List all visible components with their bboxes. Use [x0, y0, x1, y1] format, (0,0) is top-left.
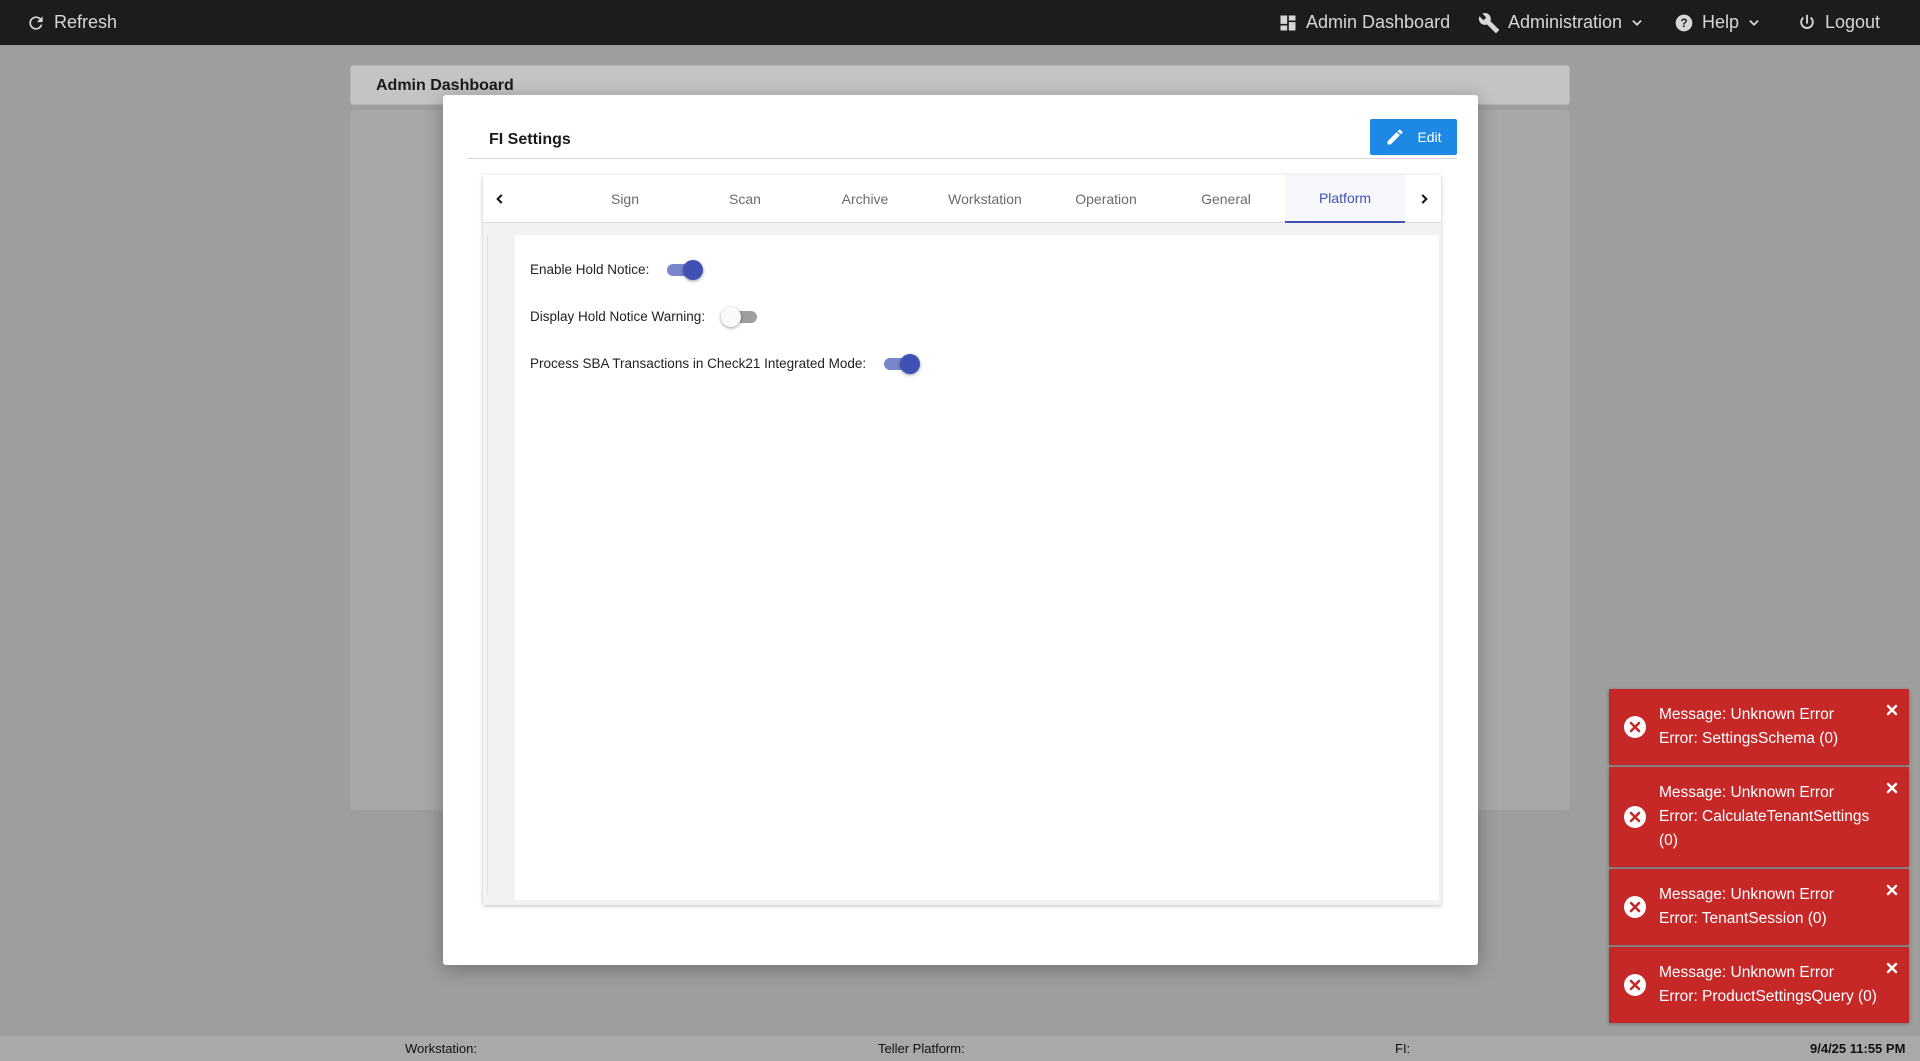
tab-platform[interactable]: Platform [1285, 175, 1405, 223]
toast-message-line: Message: Unknown Error [1659, 784, 1834, 801]
toast-message: Message: Unknown Error Error: SettingsSc… [1659, 703, 1879, 751]
tab-label: Workstation [948, 191, 1022, 207]
pencil-icon [1387, 129, 1403, 145]
tab-label: Operation [1075, 191, 1137, 207]
footer-datetime: 9/4/25 11:55 PM [1810, 1041, 1906, 1056]
toast-message: Message: Unknown Error Error: TenantSess… [1659, 883, 1879, 931]
toast-message: Message: Unknown Error Error: ProductSet… [1659, 961, 1879, 1009]
error-toast: Message: Unknown Error Error: SettingsSc… [1609, 689, 1909, 765]
tab-label: General [1201, 191, 1251, 207]
tab-operation[interactable]: Operation [1046, 175, 1166, 223]
toast-message: Message: Unknown Error Error: CalculateT… [1659, 781, 1879, 853]
nav-administration[interactable]: Administration [1478, 0, 1644, 45]
content-divider [487, 235, 488, 895]
chevron-right-icon [1421, 194, 1428, 204]
tab-label: Scan [729, 191, 761, 207]
modal-header: FI Settings Edit [467, 119, 1457, 159]
tab-sign[interactable]: Sign [565, 175, 685, 223]
tab-label: Platform [1318, 190, 1372, 206]
edit-button-label: Edit [1417, 129, 1442, 145]
nav-help[interactable]: ? Help [1674, 0, 1761, 45]
nav-logout[interactable]: Logout [1797, 0, 1880, 45]
status-footer: Workstation: Teller Platform: FI: 9/4/25… [0, 1036, 1920, 1061]
chevron-down-icon [1632, 19, 1642, 26]
chevron-down-icon [1749, 19, 1759, 26]
toast-message-line: Message: Unknown Error [1659, 964, 1834, 981]
process-sba-transactions-toggle[interactable] [884, 353, 921, 374]
modal-title: FI Settings [489, 131, 571, 148]
refresh-button[interactable]: Refresh [26, 0, 117, 45]
tab-label: Archive [841, 191, 889, 207]
wrench-icon [1478, 12, 1500, 33]
settings-panel: Sign Scan Archive Workstation Operation … [483, 175, 1441, 905]
toast-message-line: Message: Unknown Error [1659, 886, 1834, 903]
setting-label: Enable Hold Notice: [530, 261, 650, 277]
nav-administration-label: Administration [1508, 12, 1623, 32]
refresh-label: Refresh [54, 12, 118, 32]
nav-logout-label: Logout [1825, 12, 1881, 32]
svg-text:?: ? [1680, 17, 1687, 30]
tab-general[interactable]: General [1166, 175, 1286, 223]
error-icon [1624, 716, 1646, 738]
toggle-knob [721, 307, 742, 327]
error-icon [1624, 806, 1646, 828]
toggle-knob [683, 260, 704, 280]
footer-fi: FI: [1395, 1041, 1411, 1056]
toast-error-line: Error: ProductSettingsQuery (0) [1659, 988, 1877, 1005]
toast-error-line: Error: SettingsSchema (0) [1659, 730, 1839, 747]
nav-admin-dashboard-label: Admin Dashboard [1306, 12, 1451, 32]
toast-message-line: Message: Unknown Error [1659, 706, 1834, 723]
close-icon[interactable] [1885, 961, 1899, 975]
dashboard-icon [1280, 15, 1296, 30]
error-icon [1624, 896, 1646, 918]
footer-teller-platform: Teller Platform: [878, 1041, 965, 1056]
enable-hold-notice-toggle[interactable] [667, 259, 704, 280]
toast-error-line: Error: TenantSession (0) [1659, 910, 1827, 927]
tab-workstation[interactable]: Workstation [925, 175, 1045, 223]
edit-button[interactable]: Edit [1370, 119, 1457, 155]
error-toast: Message: Unknown Error Error: ProductSet… [1609, 947, 1909, 1023]
settings-tab-bar: Sign Scan Archive Workstation Operation … [483, 175, 1441, 223]
refresh-icon [29, 15, 43, 30]
tab-scroll-right-button[interactable] [1407, 175, 1441, 223]
fi-settings-modal: FI Settings Edit Sign Scan Archive Works… [443, 95, 1478, 965]
toggle-knob [900, 354, 921, 374]
footer-workstation: Workstation: [405, 1041, 478, 1056]
setting-enable-hold-notice: Enable Hold Notice: [530, 259, 704, 280]
nav-help-label: Help [1702, 12, 1740, 32]
error-toast: Message: Unknown Error Error: TenantSess… [1609, 869, 1909, 945]
tab-scan[interactable]: Scan [685, 175, 805, 223]
close-icon[interactable] [1885, 703, 1899, 717]
tab-archive[interactable]: Archive [805, 175, 925, 223]
error-icon [1624, 974, 1646, 996]
platform-settings-content: Enable Hold Notice: Display Hold Notice … [515, 235, 1439, 900]
help-icon: ? [1675, 14, 1693, 31]
close-icon[interactable] [1885, 883, 1899, 897]
setting-label: Display Hold Notice Warning: [530, 308, 706, 324]
setting-label: Process SBA Transactions in Check21 Inte… [530, 355, 867, 371]
top-navigation-bar: Refresh Admin Dashboard Administration ?… [0, 0, 1920, 45]
error-toast: Message: Unknown Error Error: CalculateT… [1609, 767, 1909, 867]
setting-display-hold-notice-warning: Display Hold Notice Warning: [530, 306, 759, 327]
toast-error-line: Error: CalculateTenantSettings (0) [1659, 808, 1870, 849]
setting-process-sba-transactions: Process SBA Transactions in Check21 Inte… [530, 353, 921, 374]
display-hold-notice-warning-toggle[interactable] [721, 306, 759, 327]
power-icon [1800, 14, 1814, 29]
tab-label: Sign [610, 191, 640, 207]
close-icon[interactable] [1885, 781, 1899, 795]
nav-admin-dashboard[interactable]: Admin Dashboard [1278, 0, 1450, 45]
tab-scroll-left-button[interactable] [483, 175, 517, 223]
page-title: Admin Dashboard [376, 77, 514, 94]
chevron-left-icon [496, 194, 503, 204]
